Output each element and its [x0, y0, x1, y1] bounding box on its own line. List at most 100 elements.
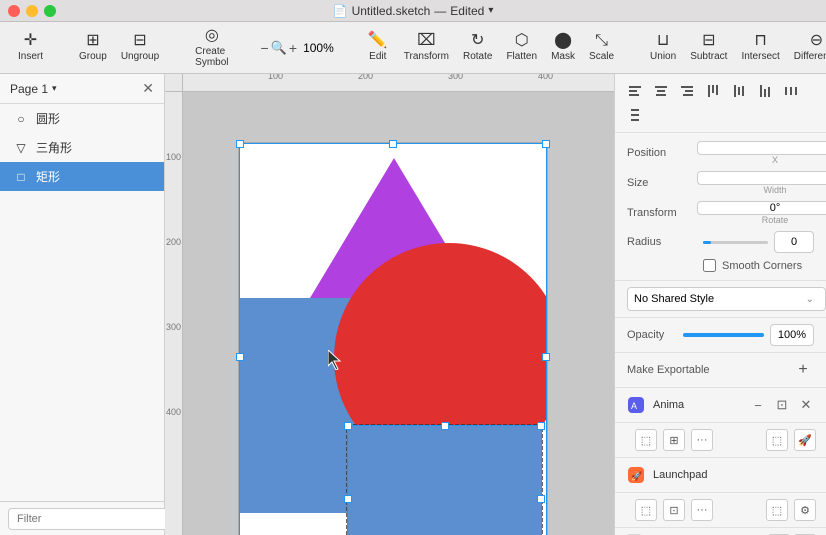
- svg-text:A: A: [631, 401, 637, 411]
- canvas-svg: [239, 143, 547, 535]
- insert-icon: ✛: [24, 33, 37, 49]
- position-label: Position: [627, 147, 697, 159]
- anima-icon5[interactable]: 🚀: [794, 429, 816, 451]
- add-export-button[interactable]: +: [792, 359, 814, 381]
- zoom-in-button[interactable]: +: [289, 40, 297, 56]
- launchpad-plugin-row: 🚀 Launchpad: [615, 458, 826, 493]
- mask-label: Mask: [551, 51, 575, 62]
- zoom-icon: 🔍: [271, 41, 287, 54]
- align-center-v-button[interactable]: [727, 80, 751, 102]
- anima-close-button[interactable]: ✕: [796, 395, 816, 415]
- close-button[interactable]: [8, 5, 20, 17]
- launchpad-icon: 🚀: [625, 464, 647, 486]
- align-center-h-button[interactable]: [649, 80, 673, 102]
- anima-minimize-button[interactable]: −: [748, 395, 768, 415]
- rotate-input[interactable]: 0°: [697, 201, 826, 215]
- opacity-slider[interactable]: [683, 333, 764, 337]
- ruler-mark-100: 100: [268, 74, 283, 81]
- launchpad-icon2[interactable]: ⊡: [663, 499, 685, 521]
- ruler-mark-v-200: 200: [166, 237, 181, 247]
- align-bottom-button[interactable]: [753, 80, 777, 102]
- rotate-label: Rotate: [463, 51, 492, 62]
- maximize-button[interactable]: [44, 5, 56, 17]
- anima-icon4[interactable]: ⬚: [766, 429, 788, 451]
- page-name: Page 1: [10, 82, 48, 96]
- create-symbol-button[interactable]: ◎ Create Symbol: [189, 26, 234, 70]
- layer-item-circle[interactable]: ○ 圆形: [0, 104, 164, 133]
- zoom-out-button[interactable]: −: [261, 40, 269, 56]
- selected-rectangle-shape[interactable]: [347, 425, 542, 535]
- circle-layer-icon: ○: [14, 112, 28, 126]
- edit-button[interactable]: ✏️ Edit: [360, 26, 396, 70]
- rectangle-layer-icon: □: [14, 170, 28, 184]
- launchpad-icon3[interactable]: ···: [691, 499, 713, 521]
- distribute-v-button[interactable]: [623, 104, 647, 126]
- radius-input[interactable]: 0: [774, 231, 814, 253]
- transform-button[interactable]: ⌧ Transform: [398, 26, 455, 70]
- canvas-area[interactable]: 100 200 300 400 100 200 300 400: [165, 74, 614, 535]
- anima-icon3[interactable]: ···: [691, 429, 713, 451]
- tool-group-insert: ✛ Insert: [8, 26, 53, 70]
- sidebar-close-button[interactable]: ✕: [142, 80, 154, 97]
- layer-item-triangle[interactable]: ▽ 三角形: [0, 133, 164, 162]
- opacity-input[interactable]: 100%: [770, 324, 814, 346]
- anima-tile-button[interactable]: ⊡: [772, 395, 792, 415]
- align-left-button[interactable]: [623, 80, 647, 102]
- flatten-icon: ⬡: [515, 33, 529, 49]
- size-row: Size Width 🔒 Height: [627, 171, 814, 195]
- smooth-corners-label: Smooth Corners: [722, 260, 802, 272]
- rotate-input-group: 0° Rotate: [697, 201, 826, 225]
- radius-slider[interactable]: [703, 241, 768, 244]
- edit-icon: ✏️: [368, 33, 388, 49]
- anima-icon1[interactable]: ⬚: [635, 429, 657, 451]
- union-button[interactable]: ⊔ Union: [644, 26, 682, 70]
- radius-label: Radius: [627, 236, 697, 248]
- artboard[interactable]: [238, 142, 548, 535]
- x-input[interactable]: [697, 141, 826, 155]
- rotate-button[interactable]: ↻ Rotate: [457, 26, 498, 70]
- launchpad-icon4[interactable]: ⬚: [766, 499, 788, 521]
- transform-label: Transform: [404, 51, 449, 62]
- launchpad-icon5[interactable]: ⚙: [794, 499, 816, 521]
- subtract-button[interactable]: ⊟ Subtract: [684, 26, 733, 70]
- sidebar-filter: ✎ / 0: [0, 501, 164, 535]
- ungroup-button[interactable]: ⊟ Ungroup: [115, 26, 165, 70]
- align-right-button[interactable]: [675, 80, 699, 102]
- scale-button[interactable]: ⤡ Scale: [583, 26, 620, 70]
- width-input[interactable]: [697, 171, 826, 185]
- exportable-row: Make Exportable +: [615, 353, 826, 388]
- group-button[interactable]: ⊞ Group: [73, 26, 113, 70]
- align-top-button[interactable]: [701, 80, 725, 102]
- group-label: Group: [79, 51, 107, 62]
- union-label: Union: [650, 51, 676, 62]
- ruler-mark-200: 200: [358, 74, 373, 81]
- intersect-button[interactable]: ⊓ Intersect: [735, 26, 785, 70]
- insert-button[interactable]: ✛ Insert: [12, 26, 49, 70]
- horizontal-ruler: 100 200 300 400: [165, 74, 614, 92]
- filter-input[interactable]: [8, 508, 168, 530]
- mask-button[interactable]: ⬤ Mask: [545, 26, 581, 70]
- ruler-corner: [165, 74, 183, 92]
- svg-text:🚀: 🚀: [631, 470, 642, 481]
- document-name: Untitled.sketch: [352, 4, 431, 18]
- x-input-group: X: [697, 141, 826, 165]
- minimize-button[interactable]: [26, 5, 38, 17]
- shared-style-select[interactable]: No Shared Style: [627, 287, 826, 311]
- sketch-canvas[interactable]: [183, 92, 614, 535]
- page-selector[interactable]: Page 1 ▾: [10, 82, 57, 96]
- anima-icon2[interactable]: ⊞: [663, 429, 685, 451]
- difference-button[interactable]: ⊖ Difference: [788, 26, 826, 70]
- layer-item-rectangle[interactable]: □ 矩形: [0, 162, 164, 191]
- flatten-button[interactable]: ⬡ Flatten: [500, 26, 543, 70]
- tool-group-edit: ✏️ Edit ⌧ Transform ↻ Rotate ⬡ Flatten ⬤…: [356, 26, 624, 70]
- width-label: Width: [697, 185, 826, 195]
- launchpad-icon1[interactable]: ⬚: [635, 499, 657, 521]
- auto-layout-row: Auto Layout ⊞ ⊟ ⬚ ⊞ ⊡ ⊟: [615, 528, 826, 535]
- window-controls: [8, 5, 56, 17]
- distribute-h-button[interactable]: [779, 80, 803, 102]
- anima-label: Anima: [653, 399, 748, 411]
- rotate-label: Rotate: [697, 215, 826, 225]
- smooth-corners-checkbox[interactable]: [703, 259, 716, 272]
- launchpad-label: Launchpad: [653, 469, 816, 481]
- scale-label: Scale: [589, 51, 614, 62]
